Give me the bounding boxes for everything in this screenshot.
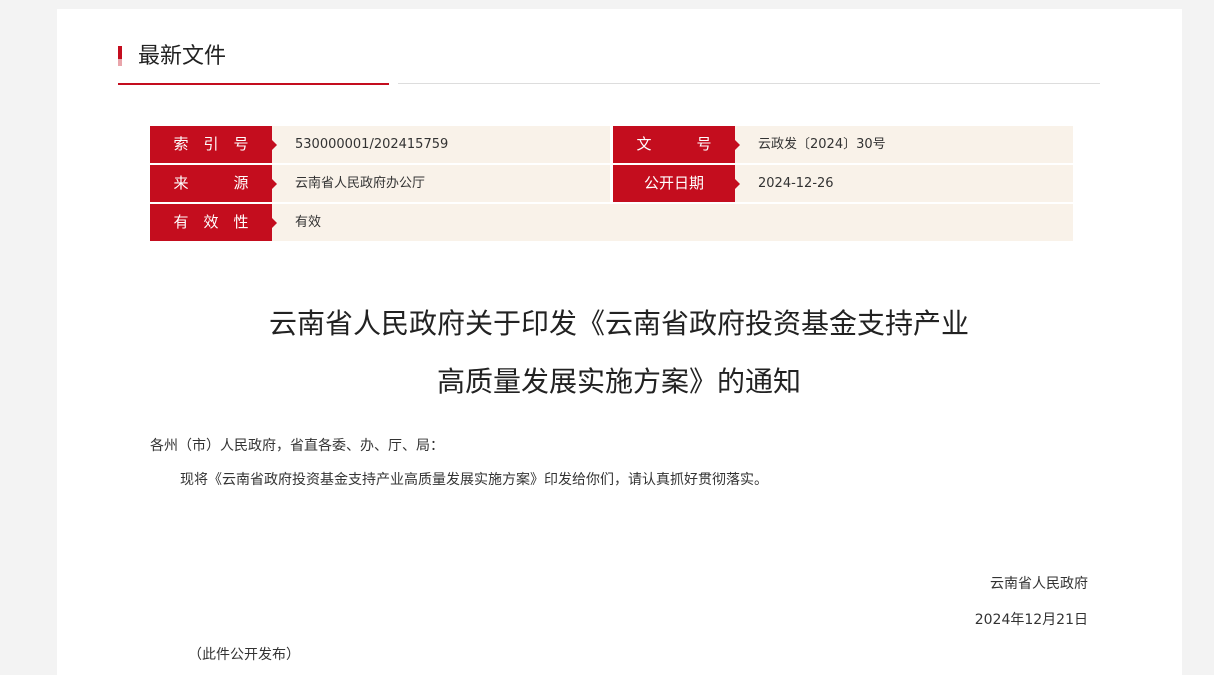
meta-label-doc-no: 文 号 (613, 126, 740, 163)
section-underline (398, 83, 1100, 84)
document-page: 最新文件 索 引 号 530000001/202415759 文 号 云政发〔2… (57, 9, 1182, 675)
meta-cell-index: 索 引 号 530000001/202415759 (150, 126, 610, 163)
meta-value-doc-no: 云政发〔2024〕30号 (758, 137, 886, 152)
publication-note: （此件公开发布） (188, 647, 300, 663)
document-title-line-2: 高质量发展实施方案》的通知 (436, 365, 801, 398)
meta-cell-doc-no: 文 号 云政发〔2024〕30号 (613, 126, 1073, 163)
meta-value-validity: 有效 (295, 215, 322, 230)
meta-row: 有 效 性 有效 (150, 204, 1073, 241)
section-marker (118, 46, 122, 66)
signature-organization: 云南省人民政府 (990, 576, 1088, 592)
meta-label-source: 来 源 (150, 165, 277, 202)
document-meta-table: 索 引 号 530000001/202415759 文 号 云政发〔2024〕3… (150, 126, 1073, 243)
document-addressee: 各州（市）人民政府，省直各委、办、厅、局： (150, 438, 444, 454)
section-title: 最新文件 (138, 44, 227, 69)
meta-label-publish-date: 公开日期 (613, 165, 740, 202)
meta-label-validity: 有 效 性 (150, 204, 277, 241)
meta-cell-source: 来 源 云南省人民政府办公厅 (150, 165, 610, 202)
meta-row: 来 源 云南省人民政府办公厅 公开日期 2024-12-26 (150, 165, 1073, 202)
signature-date: 2024年12月21日 (974, 612, 1088, 628)
meta-value-publish-date: 2024-12-26 (758, 176, 834, 191)
meta-value-index: 530000001/202415759 (295, 137, 449, 152)
meta-label-index: 索 引 号 (150, 126, 277, 163)
document-body: 现将《云南省政府投资基金支持产业高质量发展实施方案》印发给你们，请认真抓好贯彻落… (180, 472, 768, 488)
meta-cell-validity: 有 效 性 有效 (150, 204, 1073, 241)
meta-value-source: 云南省人民政府办公厅 (295, 176, 426, 191)
section-underline-accent (118, 83, 389, 85)
section-header: 最新文件 (118, 43, 1100, 85)
meta-row: 索 引 号 530000001/202415759 文 号 云政发〔2024〕3… (150, 126, 1073, 163)
document-title-line-1: 云南省人民政府关于印发《云南省政府投资基金支持产业 (268, 307, 969, 340)
meta-cell-publish-date: 公开日期 2024-12-26 (613, 165, 1073, 202)
document-title: 云南省人民政府关于印发《云南省政府投资基金支持产业 高质量发展实施方案》的通知 (164, 295, 1074, 411)
